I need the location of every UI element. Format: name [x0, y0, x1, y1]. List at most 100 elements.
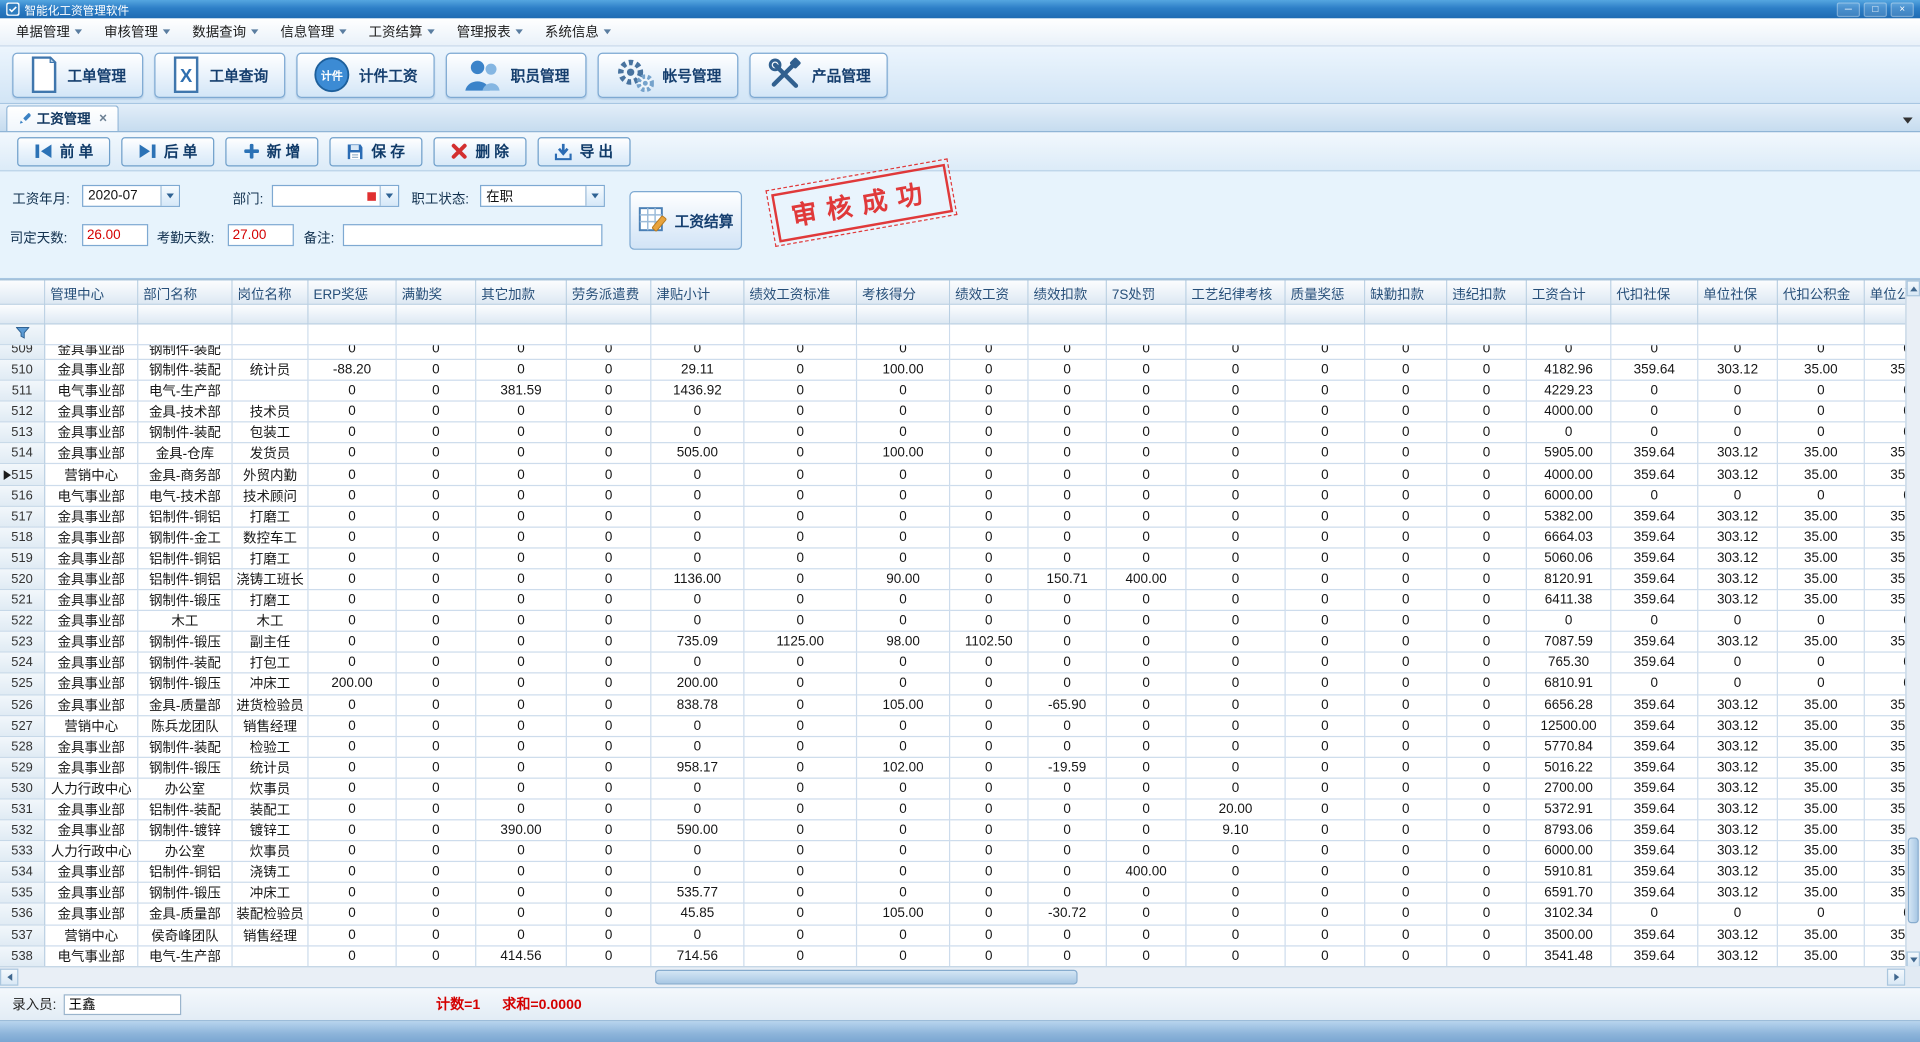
cell-quality-bonus[interactable]: 0 — [1286, 820, 1366, 841]
cell-absence-deduction[interactable]: 0 — [1365, 507, 1447, 528]
cell-assessment-score[interactable]: 0 — [857, 653, 950, 674]
cell-labor-dispatch-fee[interactable]: 0 — [567, 360, 651, 381]
cell-erp-bonus[interactable]: -88.20 — [309, 360, 397, 381]
cell-social-company[interactable]: 303.12 — [1698, 800, 1778, 821]
cell-full-attendance[interactable]: 0 — [397, 904, 477, 925]
cell-allowance-subtotal[interactable]: 0 — [651, 486, 744, 507]
cell-social-company[interactable]: 0 — [1698, 381, 1778, 402]
cell-craft-discipline[interactable]: 0 — [1187, 486, 1286, 507]
cell-performance-deduction[interactable]: 0 — [1029, 507, 1107, 528]
cell-department[interactable]: 金具-质量部 — [138, 904, 232, 925]
cell-fund-personal[interactable]: 35.00 — [1778, 800, 1865, 821]
cell-social-company[interactable]: 303.12 — [1698, 779, 1778, 800]
cell-management-center[interactable]: 金具事业部 — [45, 590, 138, 611]
cell-salary-total[interactable]: 3102.34 — [1527, 904, 1611, 925]
cell-fund-personal[interactable]: 35.00 — [1778, 925, 1865, 946]
cell-social-personal[interactable]: 359.64 — [1611, 716, 1698, 737]
cell-salary-total[interactable]: 3541.48 — [1527, 946, 1611, 967]
cell-absence-deduction[interactable]: 0 — [1365, 820, 1447, 841]
cell-fund-company[interactable]: 0 — [1865, 402, 1905, 423]
header-salary-total[interactable]: 工资合计 — [1527, 280, 1611, 304]
row-indicator[interactable]: 509 — [0, 345, 45, 360]
cell-performance-salary[interactable]: 0 — [950, 507, 1028, 528]
cell-performance-standard[interactable]: 0 — [744, 360, 857, 381]
cell-allowance-subtotal[interactable]: 200.00 — [651, 674, 744, 695]
cell-violation-deduction[interactable]: 0 — [1447, 360, 1527, 381]
row-indicator[interactable]: 532 — [0, 820, 45, 841]
row-indicator[interactable]: 529 — [0, 758, 45, 779]
cell-department[interactable]: 钢制件-装配 — [138, 653, 232, 674]
cell-quality-bonus[interactable]: 0 — [1286, 423, 1366, 444]
cell-allowance-subtotal[interactable]: 0 — [651, 653, 744, 674]
cell-position[interactable] — [233, 381, 309, 402]
filter-absence-deduction[interactable] — [1365, 324, 1447, 345]
cell-fund-company[interactable]: 35.00 — [1865, 716, 1905, 737]
cell-management-center[interactable]: 金具事业部 — [45, 527, 138, 548]
cell-full-attendance[interactable]: 0 — [397, 779, 477, 800]
cell-performance-salary[interactable]: 0 — [950, 904, 1028, 925]
cell-full-attendance[interactable]: 0 — [397, 527, 477, 548]
cell-management-center[interactable]: 人力行政中心 — [45, 841, 138, 862]
cell-quality-bonus[interactable]: 0 — [1286, 674, 1366, 695]
cell-quality-bonus[interactable]: 0 — [1286, 402, 1366, 423]
cell-performance-deduction[interactable]: 0 — [1029, 674, 1107, 695]
cell-salary-total[interactable]: 5770.84 — [1527, 737, 1611, 758]
vertical-scrollbar[interactable] — [1905, 280, 1920, 967]
cell-7s-penalty[interactable]: 400.00 — [1107, 862, 1187, 883]
cell-other-addition[interactable]: 0 — [476, 465, 567, 486]
cell-full-attendance[interactable]: 0 — [397, 716, 477, 737]
filter-other-addition[interactable] — [476, 324, 567, 345]
cell-performance-standard[interactable]: 0 — [744, 695, 857, 716]
cell-assessment-score[interactable]: 0 — [857, 527, 950, 548]
cell-absence-deduction[interactable]: 0 — [1365, 402, 1447, 423]
cell-salary-total[interactable]: 5910.81 — [1527, 862, 1611, 883]
header-performance-deduction[interactable]: 绩效扣款 — [1029, 280, 1107, 304]
cell-craft-discipline[interactable]: 0 — [1187, 653, 1286, 674]
scroll-right-icon[interactable] — [1887, 969, 1905, 986]
cell-fund-personal[interactable]: 35.00 — [1778, 841, 1865, 862]
row-indicator[interactable]: 519 — [0, 548, 45, 569]
cell-management-center[interactable]: 营销中心 — [45, 716, 138, 737]
cell-social-company[interactable]: 0 — [1698, 402, 1778, 423]
cell-7s-penalty[interactable]: 0 — [1107, 653, 1187, 674]
cell-other-addition[interactable]: 0 — [476, 444, 567, 465]
cell-violation-deduction[interactable]: 0 — [1447, 758, 1527, 779]
row-indicator[interactable]: 522 — [0, 611, 45, 632]
entry-clerk-input[interactable] — [64, 994, 182, 1015]
filter-social-personal[interactable] — [1611, 324, 1698, 345]
cell-performance-deduction[interactable]: 150.71 — [1029, 569, 1107, 590]
cell-7s-penalty[interactable]: 0 — [1107, 737, 1187, 758]
cell-allowance-subtotal[interactable]: 0 — [651, 507, 744, 528]
cell-department[interactable]: 金具-商务部 — [138, 465, 232, 486]
row-indicator[interactable]: 534 — [0, 862, 45, 883]
cell-department[interactable]: 陈兵龙团队 — [138, 716, 232, 737]
cell-7s-penalty[interactable]: 0 — [1107, 800, 1187, 821]
row-indicator[interactable]: 524 — [0, 653, 45, 674]
cell-fund-company[interactable]: 35.00 — [1865, 737, 1905, 758]
cell-fund-company[interactable]: 0 — [1865, 381, 1905, 402]
cell-quality-bonus[interactable]: 0 — [1286, 800, 1366, 821]
cell-fund-company[interactable]: 35.00 — [1865, 779, 1905, 800]
cell-allowance-subtotal[interactable]: 0 — [651, 737, 744, 758]
cell-absence-deduction[interactable]: 0 — [1365, 632, 1447, 653]
cell-social-company[interactable]: 303.12 — [1698, 360, 1778, 381]
cell-salary-total[interactable]: 6000.00 — [1527, 841, 1611, 862]
cell-salary-total[interactable]: 6591.70 — [1527, 883, 1611, 904]
cell-labor-dispatch-fee[interactable]: 0 — [567, 402, 651, 423]
cell-other-addition[interactable]: 0 — [476, 360, 567, 381]
cell-social-personal[interactable]: 359.64 — [1611, 862, 1698, 883]
cell-fund-company[interactable]: 35.00 — [1865, 569, 1905, 590]
cell-allowance-subtotal[interactable]: 0 — [651, 862, 744, 883]
cell-social-company[interactable]: 303.12 — [1698, 716, 1778, 737]
cell-social-company[interactable]: 0 — [1698, 423, 1778, 444]
cell-performance-standard[interactable]: 0 — [744, 486, 857, 507]
nav-button[interactable]: 导 出 — [538, 137, 631, 166]
cell-violation-deduction[interactable]: 0 — [1447, 465, 1527, 486]
cell-social-company[interactable]: 0 — [1698, 486, 1778, 507]
cell-craft-discipline[interactable]: 0 — [1187, 590, 1286, 611]
cell-other-addition[interactable]: 0 — [476, 611, 567, 632]
cell-quality-bonus[interactable]: 0 — [1286, 904, 1366, 925]
cell-department[interactable]: 铝制件-铜铝 — [138, 507, 232, 528]
cell-full-attendance[interactable]: 0 — [397, 674, 477, 695]
cell-fund-personal[interactable]: 35.00 — [1778, 883, 1865, 904]
